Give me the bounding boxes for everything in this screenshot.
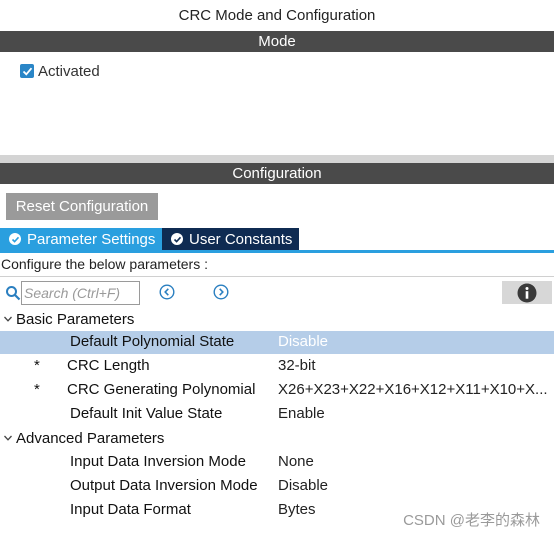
param-value[interactable]: X26+X23+X22+X16+X12+X11+X10+X... — [278, 381, 548, 398]
param-name: Default Init Value State — [70, 405, 223, 422]
param-value[interactable]: 32-bit — [278, 357, 548, 374]
activated-checkbox[interactable] — [20, 64, 34, 78]
param-name: Input Data Inversion Mode — [70, 453, 246, 470]
param-value[interactable]: Disable — [278, 333, 548, 350]
param-value[interactable]: Disable — [278, 477, 548, 494]
group-basic-parameters[interactable]: Basic Parameters — [0, 308, 134, 330]
chevron-down-icon — [0, 434, 16, 442]
param-row-input-data-inversion-mode[interactable]: Input Data Inversion Mode None — [0, 451, 554, 474]
param-row-default-init-value-state[interactable]: Default Init Value State Enable — [0, 403, 554, 426]
section-divider — [0, 155, 554, 163]
group-advanced-parameters[interactable]: Advanced Parameters — [0, 427, 164, 449]
required-marker: * — [34, 381, 40, 398]
search-next-icon[interactable] — [213, 284, 229, 300]
param-row-crc-length[interactable]: * CRC Length 32-bit — [0, 355, 554, 378]
configuration-section-header: Configuration — [0, 163, 554, 184]
param-row-default-polynomial-state[interactable]: Default Polynomial State Disable — [0, 331, 554, 354]
search-icon[interactable] — [5, 285, 21, 301]
required-marker: * — [34, 357, 40, 374]
check-circle-icon — [9, 233, 21, 245]
chevron-down-icon — [0, 315, 16, 323]
tab-label: Parameter Settings — [27, 230, 156, 248]
activated-label: Activated — [38, 62, 100, 80]
window-title: CRC Mode and Configuration — [178, 7, 376, 24]
search-previous-icon[interactable] — [159, 284, 175, 300]
activated-checkbox-row[interactable]: Activated — [20, 62, 100, 80]
param-name: Default Polynomial State — [70, 333, 235, 350]
check-circle-icon — [171, 233, 183, 245]
instructions-text: Configure the below parameters : — [1, 256, 208, 272]
param-name: CRC Generating Polynomial — [67, 381, 256, 398]
checkmark-icon — [22, 67, 32, 76]
search-input[interactable] — [21, 281, 140, 305]
param-value[interactable]: None — [278, 453, 548, 470]
group-label: Advanced Parameters — [16, 429, 165, 447]
param-name: Output Data Inversion Mode — [70, 477, 258, 494]
mode-section-header: Mode — [0, 31, 554, 52]
info-button[interactable] — [502, 281, 552, 304]
group-label: Basic Parameters — [16, 310, 135, 328]
tab-parameter-settings[interactable]: Parameter Settings — [0, 228, 162, 250]
tab-user-constants[interactable]: User Constants — [162, 228, 299, 250]
divider — [0, 276, 554, 277]
tab-underline — [0, 250, 554, 253]
crc-config-window: CRC Mode and Configuration Mode Activate… — [0, 0, 554, 537]
info-icon — [517, 283, 537, 302]
param-name: CRC Length — [67, 357, 150, 374]
param-row-output-data-inversion-mode[interactable]: Output Data Inversion Mode Disable — [0, 475, 554, 498]
param-value[interactable]: Enable — [278, 405, 548, 422]
param-row-crc-generating-polynomial[interactable]: * CRC Generating Polynomial X26+X23+X22+… — [0, 379, 554, 402]
reset-configuration-button[interactable]: Reset Configuration — [6, 193, 158, 220]
tab-label: User Constants — [189, 230, 293, 248]
param-name: Input Data Format — [70, 501, 191, 518]
watermark: CSDN @老李的森林 — [403, 512, 540, 529]
